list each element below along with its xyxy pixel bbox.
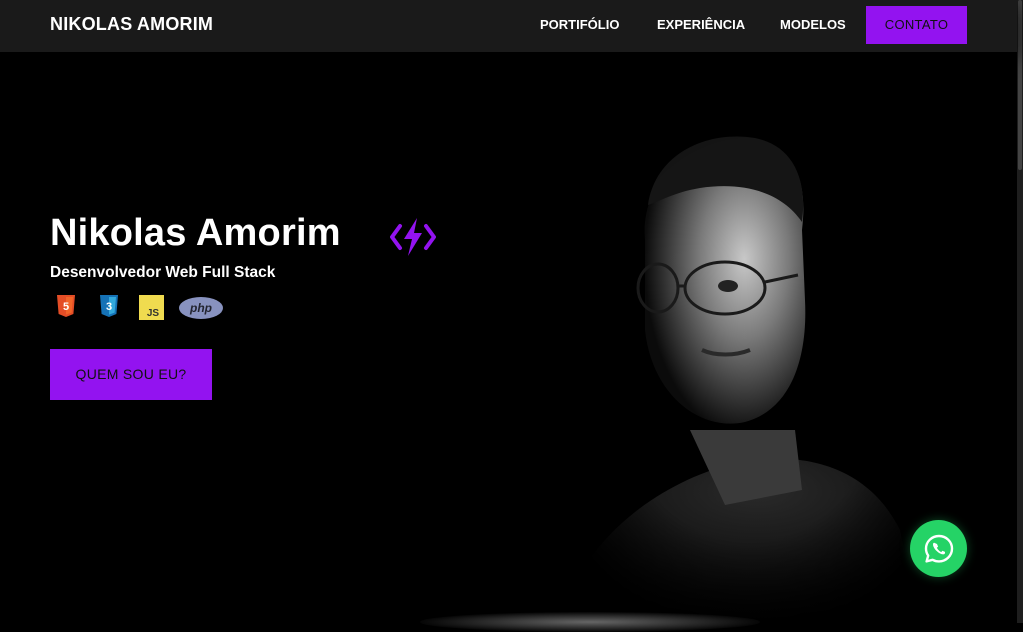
contact-button[interactable]: CONTATO — [866, 6, 967, 44]
navbar: NIKOLAS AMORIM PORTIFÓLIO EXPERIÊNCIA MO… — [0, 0, 1017, 52]
brand-logo[interactable]: NIKOLAS AMORIM — [50, 14, 213, 35]
nav-link-experience[interactable]: EXPERIÊNCIA — [657, 17, 745, 32]
html5-icon: 5 — [57, 295, 75, 317]
about-me-button[interactable]: QUEM SOU EU? — [50, 349, 212, 400]
hero-subtitle: Desenvolvedor Web Full Stack — [50, 264, 276, 281]
hero-title: Nikolas Amorim — [50, 212, 341, 254]
scrollbar-thumb[interactable] — [1018, 0, 1022, 170]
js-text: JS — [147, 308, 160, 319]
nav-link-portfolio[interactable]: PORTIFÓLIO — [540, 17, 619, 32]
css3-icon: 3 — [100, 295, 118, 317]
javascript-icon: JS — [139, 295, 164, 320]
scrollbar[interactable] — [1017, 0, 1023, 623]
php-text: php — [189, 301, 212, 315]
profile-photo — [540, 110, 920, 623]
nav-link-models[interactable]: MODELOS — [780, 17, 846, 32]
bottom-glow — [420, 612, 760, 632]
html5-number: 5 — [63, 301, 69, 313]
css3-number: 3 — [106, 301, 112, 313]
whatsapp-icon — [924, 534, 953, 563]
lightning-bolt-icon — [390, 218, 436, 256]
whatsapp-button[interactable] — [910, 520, 967, 577]
php-icon: php — [179, 297, 223, 319]
